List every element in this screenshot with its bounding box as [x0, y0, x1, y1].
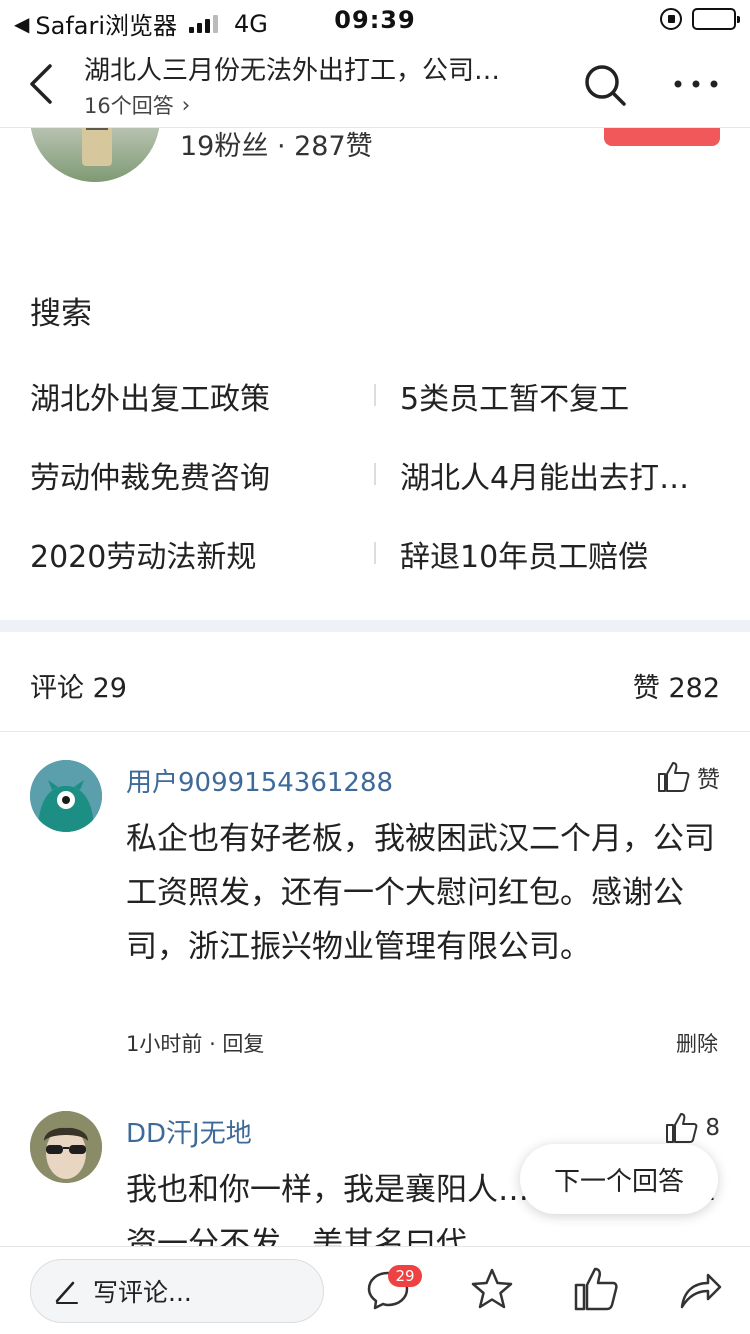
- write-comment-placeholder: 写评论...: [93, 1278, 192, 1307]
- chevron-right-icon: ›: [181, 93, 191, 117]
- reply-link[interactable]: 回复: [222, 1032, 264, 1056]
- comment-time: 1小时前: [126, 1032, 203, 1056]
- author-stats: 19粉丝 · 287赞: [180, 131, 373, 162]
- section-separator: [0, 620, 750, 632]
- like-count: 8: [705, 1115, 720, 1141]
- search-section-title: 搜索: [30, 296, 92, 332]
- search-suggestion[interactable]: 湖北外出复工政策: [30, 374, 270, 418]
- divider: [374, 384, 376, 406]
- delete-button[interactable]: 删除: [676, 1028, 718, 1058]
- search-suggestion[interactable]: 2020劳动法新规: [30, 532, 256, 576]
- status-left: ◀ Safari浏览器 4G: [14, 6, 268, 41]
- comment-count-badge: 29: [388, 1265, 422, 1287]
- comment-meta: 1小时前 · 回复: [126, 1028, 264, 1058]
- question-title[interactable]: 湖北人三月份无法外出打工，公司…: [84, 50, 554, 87]
- battery-icon: [692, 8, 740, 30]
- thumbs-up-icon[interactable]: [572, 1265, 620, 1313]
- comment-like-button[interactable]: 赞: [657, 760, 720, 794]
- divider: [374, 463, 376, 485]
- search-suggestion[interactable]: 5类员工暂不复工: [400, 374, 629, 418]
- pencil-icon: [55, 1281, 78, 1304]
- search-icon[interactable]: [582, 62, 628, 108]
- search-suggestion[interactable]: 辞退10年员工赔偿: [400, 532, 648, 576]
- star-favorite-icon[interactable]: [468, 1265, 516, 1313]
- network-type-label: 4G: [234, 9, 268, 38]
- signal-strength-icon: [189, 14, 219, 33]
- avatar[interactable]: [30, 760, 102, 832]
- divider: [374, 542, 376, 564]
- comment-like-button[interactable]: 8: [665, 1112, 720, 1144]
- rotation-lock-icon: [660, 8, 682, 30]
- status-bar: ◀ Safari浏览器 4G 09:39: [0, 0, 750, 40]
- more-options-icon[interactable]: [672, 74, 720, 94]
- answer-count-link[interactable]: 16个回答 ›: [84, 90, 190, 120]
- navigation-bar: 湖北人三月份无法外出打工，公司… 16个回答 ›: [0, 40, 750, 128]
- monster-avatar-icon: [30, 760, 102, 832]
- comment-username[interactable]: 用户9099154361288: [126, 762, 393, 799]
- like-count[interactable]: 赞 282: [633, 666, 720, 705]
- comment-text: 私企也有好老板，我被困武汉二个月，公司工资照发，还有一个大慰问红包。感谢公司，浙…: [126, 821, 715, 965]
- write-comment-input[interactable]: 写评论...: [30, 1259, 324, 1323]
- share-icon[interactable]: [676, 1265, 724, 1313]
- bottom-action-bar: 写评论... 29: [0, 1246, 750, 1334]
- search-suggestion[interactable]: 劳动仲裁免费咨询: [30, 453, 270, 497]
- like-label: 赞: [697, 767, 720, 793]
- comment-count[interactable]: 评论 29: [30, 666, 127, 705]
- search-suggestion[interactable]: 湖北人4月能出去打…: [400, 453, 689, 497]
- meta-separator: ·: [209, 1032, 223, 1056]
- author-info-row: 19粉丝 · 287赞: [0, 110, 750, 208]
- status-right: [660, 8, 740, 30]
- user-photo: [30, 1111, 102, 1183]
- back-arrow-icon[interactable]: [22, 60, 62, 108]
- back-to-app-icon[interactable]: ◀: [14, 12, 29, 36]
- answer-count-label: 16个回答: [84, 94, 174, 118]
- comment-username[interactable]: DD汗J无地: [126, 1113, 252, 1150]
- thumbs-up-icon: [658, 762, 690, 792]
- source-app-label[interactable]: Safari浏览器: [35, 6, 177, 41]
- avatar[interactable]: [30, 1111, 102, 1183]
- divider: [0, 731, 750, 732]
- thumbs-up-icon: [666, 1113, 698, 1143]
- next-answer-button[interactable]: 下一个回答: [520, 1144, 718, 1214]
